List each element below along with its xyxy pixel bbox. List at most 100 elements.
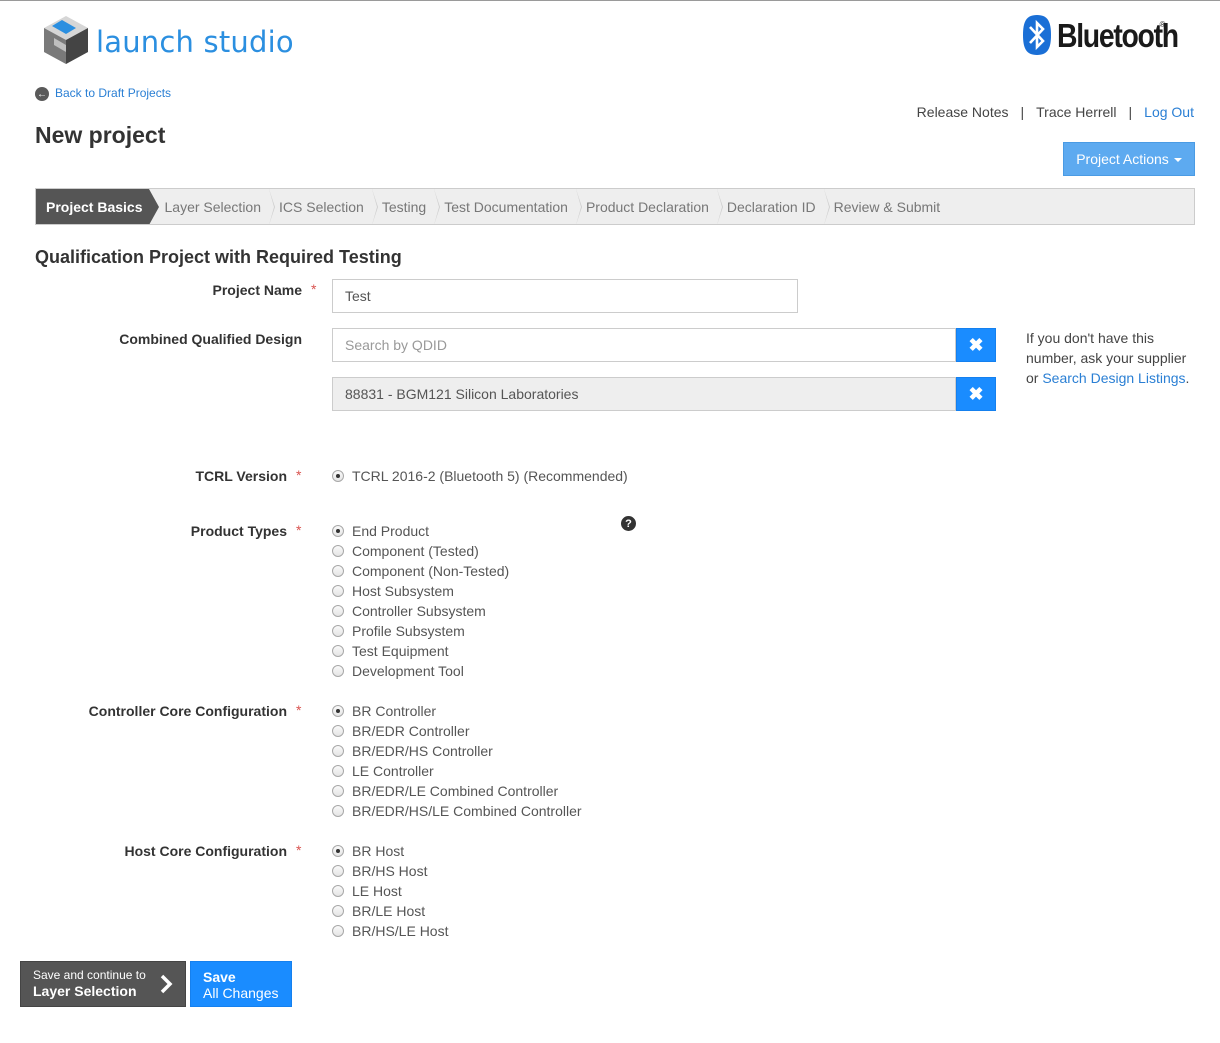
controller-option[interactable]: BR Controller [332,701,582,721]
save-and-continue-button[interactable]: Save and continue to Layer Selection [20,961,186,1007]
radio-button[interactable] [332,745,344,757]
radio-label: BR/EDR Controller [352,723,470,739]
cqd-label: Combined Qualified Design [119,331,302,347]
radio-label: BR Host [352,843,405,859]
radio-button[interactable] [332,605,344,617]
radio-button[interactable] [332,765,344,777]
radio-label: BR Controller [352,703,437,719]
radio-button[interactable] [332,625,344,637]
step-label: Product Declaration [585,198,709,215]
step-declaration-id[interactable]: Declaration ID [717,189,830,224]
controller-core-radio-group: BR Controller BR/EDR Controller BR/EDR/H… [332,701,582,821]
clear-search-button[interactable]: ✖ [956,328,996,362]
save-all-changes-button[interactable]: Save All Changes [190,961,292,1007]
step-testing[interactable]: Testing [372,189,441,224]
controller-option[interactable]: BR/EDR/HS/LE Combined Controller [332,801,582,821]
close-icon: ✖ [968,383,984,404]
search-design-listings-link[interactable]: Search Design Listings [1042,370,1185,386]
radio-button[interactable] [332,525,344,537]
hint-end: . [1185,370,1190,386]
radio-label: End Product [352,523,430,539]
product-type-option[interactable]: End Product [332,521,509,541]
step-label: Declaration ID [726,198,816,215]
product-type-option[interactable]: Profile Subsystem [332,621,509,641]
product-type-option[interactable]: Component (Tested) [332,541,509,561]
radio-button[interactable] [332,865,344,877]
radio-button[interactable] [332,545,344,557]
step-label: Test Documentation [444,198,568,215]
chevron-right-icon [160,974,173,994]
radio-button[interactable] [332,665,344,677]
required-mark: * [296,842,302,858]
radio-button[interactable] [332,705,344,717]
radio-button[interactable] [332,565,344,577]
controller-option[interactable]: BR/EDR/HS Controller [332,741,582,761]
radio-button[interactable] [332,905,344,917]
remove-design-button[interactable]: ✖ [956,377,996,411]
step-label: Testing [381,198,427,215]
product-type-option[interactable]: Development Tool [332,661,509,681]
step-test-documentation[interactable]: Test Documentation [434,189,582,224]
step-review-submit[interactable]: Review & Submit [824,189,949,224]
host-option[interactable]: LE Host [332,881,448,901]
arrow-left-circle-icon: ← [35,87,49,101]
product-type-option[interactable]: Component (Non-Tested) [332,561,509,581]
project-actions-button[interactable]: Project Actions [1063,142,1195,176]
radio-button[interactable] [332,785,344,797]
radio-label: BR/EDR/HS/LE Combined Controller [352,803,582,819]
radio-button[interactable] [332,470,344,482]
radio-label: BR/EDR/LE Combined Controller [352,783,559,799]
controller-option[interactable]: BR/EDR Controller [332,721,582,741]
top-rule [0,0,1220,1]
launch-studio-logo-text: launch studio [96,24,294,59]
nav-separator: | [1128,104,1133,120]
cqd-hint: If you don't have this number, ask your … [1026,328,1201,388]
release-notes-link[interactable]: Release Notes [917,104,1009,120]
project-name-input[interactable] [332,279,798,313]
tcrl-option[interactable]: TCRL 2016-2 (Bluetooth 5) (Recommended) [332,466,628,486]
help-icon[interactable]: ? [621,516,636,531]
controller-option[interactable]: LE Controller [332,761,582,781]
step-label: Review & Submit [833,198,941,215]
caret-down-icon [1173,158,1182,162]
host-core-label: Host Core Configuration [124,843,287,859]
step-layer-selection[interactable]: Layer Selection [149,189,275,224]
radio-label: Profile Subsystem [352,623,465,639]
radio-button[interactable] [332,845,344,857]
radio-label: Host Subsystem [352,583,454,599]
radio-button[interactable] [332,885,344,897]
user-name-link[interactable]: Trace Herrell [1036,104,1116,120]
host-option[interactable]: BR/LE Host [332,901,448,921]
tcrl-radio-group: TCRL 2016-2 (Bluetooth 5) (Recommended) [332,466,628,486]
product-type-option[interactable]: Test Equipment [332,641,509,661]
controller-core-label: Controller Core Configuration [88,703,287,719]
registered-mark: ® [1159,20,1166,29]
step-product-declaration[interactable]: Product Declaration [576,189,723,224]
radio-label: BR/HS/LE Host [352,923,449,939]
radio-button[interactable] [332,725,344,737]
product-type-option[interactable]: Host Subsystem [332,581,509,601]
nav-separator: | [1020,104,1025,120]
step-label: Project Basics [46,198,143,215]
radio-label: LE Host [352,883,402,899]
radio-button[interactable] [332,585,344,597]
host-option[interactable]: BR Host [332,841,448,861]
back-to-draft-projects-link[interactable]: ← Back to Draft Projects [35,84,171,101]
radio-label: LE Controller [352,763,434,779]
step-project-basics[interactable]: Project Basics [36,189,158,224]
launch-studio-logo[interactable]: launch studio [42,14,294,66]
qdid-search-input[interactable] [332,328,956,362]
product-type-option[interactable]: Controller Subsystem [332,601,509,621]
step-ics-selection[interactable]: ICS Selection [269,189,378,224]
project-name-label: Project Name [212,282,302,298]
radio-label: BR/EDR/HS Controller [352,743,493,759]
continue-small-label: Save and continue to [33,968,146,982]
radio-button[interactable] [332,925,344,937]
log-out-link[interactable]: Log Out [1144,104,1194,120]
host-option[interactable]: BR/HS/LE Host [332,921,448,941]
radio-button[interactable] [332,645,344,657]
host-option[interactable]: BR/HS Host [332,861,448,881]
controller-option[interactable]: BR/EDR/LE Combined Controller [332,781,582,801]
close-icon: ✖ [968,334,984,355]
radio-button[interactable] [332,805,344,817]
